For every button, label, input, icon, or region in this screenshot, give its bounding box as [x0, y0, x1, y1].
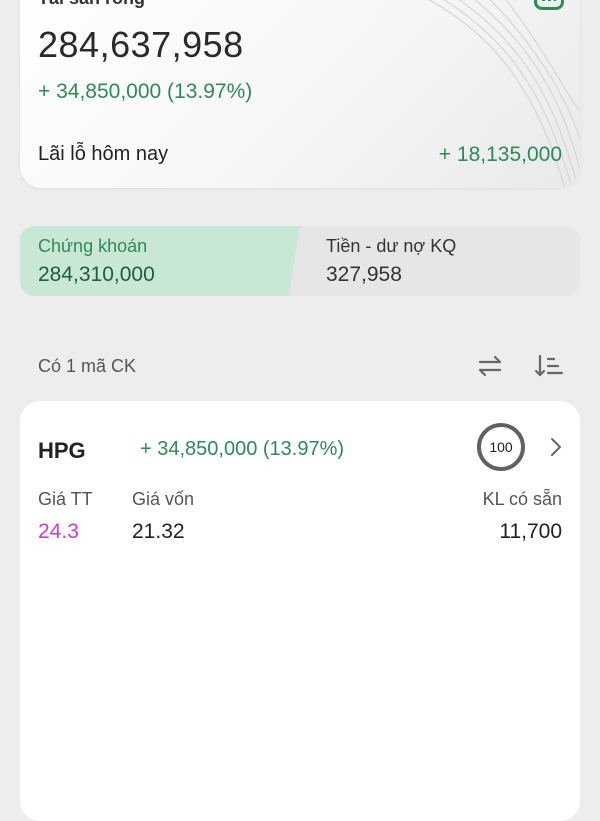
market-price-value: 24.3 — [38, 520, 79, 543]
holding-count: Có 1 mã CK — [38, 356, 137, 376]
tab-securities-label: Chứng khoán — [38, 236, 148, 256]
stock-change: + 34,850,000 (13.97%) — [140, 438, 345, 460]
net-asset-value: 284,637,958 — [38, 24, 244, 65]
tab-cash-value: 327,958 — [326, 263, 402, 286]
asset-tabs: Chứng khoán 284,310,000 Tiền - dư nợ KQ … — [20, 226, 580, 296]
tab-securities-value: 284,310,000 — [38, 263, 155, 286]
cost-price-label: Giá vốn — [132, 489, 195, 509]
cost-price-value: 21.32 — [132, 520, 185, 543]
sort-icon[interactable] — [534, 352, 564, 380]
swap-icon[interactable] — [476, 352, 504, 380]
tab-cash-label[interactable]: Tiền - dư nợ KQ — [326, 236, 456, 257]
wallet-icon[interactable] — [534, 0, 564, 10]
available-qty-value: 11,700 — [499, 520, 562, 543]
net-asset-label: Tài sản ròng — [38, 0, 145, 9]
chevron-right-icon[interactable] — [549, 435, 563, 459]
market-price-label: Giá TT — [38, 489, 93, 509]
today-pnl-label: Lãi lỗ hôm nay — [38, 143, 169, 165]
net-asset-change: + 34,850,000 (13.97%) — [38, 80, 253, 103]
available-qty-label: KL có sẵn — [482, 489, 562, 509]
today-pnl-value: + 18,135,000 — [438, 143, 562, 166]
holding-card[interactable]: HPG + 34,850,000 (13.97%) 100 Giá TT Giá… — [20, 401, 580, 821]
asset-summary-card: Tài sản ròng 284,637,958 + 34,850,000 (1… — [20, 0, 580, 188]
stock-symbol: HPG — [38, 438, 86, 463]
allocation-ring-value: 100 — [489, 439, 513, 455]
allocation-ring: 100 — [477, 423, 525, 471]
